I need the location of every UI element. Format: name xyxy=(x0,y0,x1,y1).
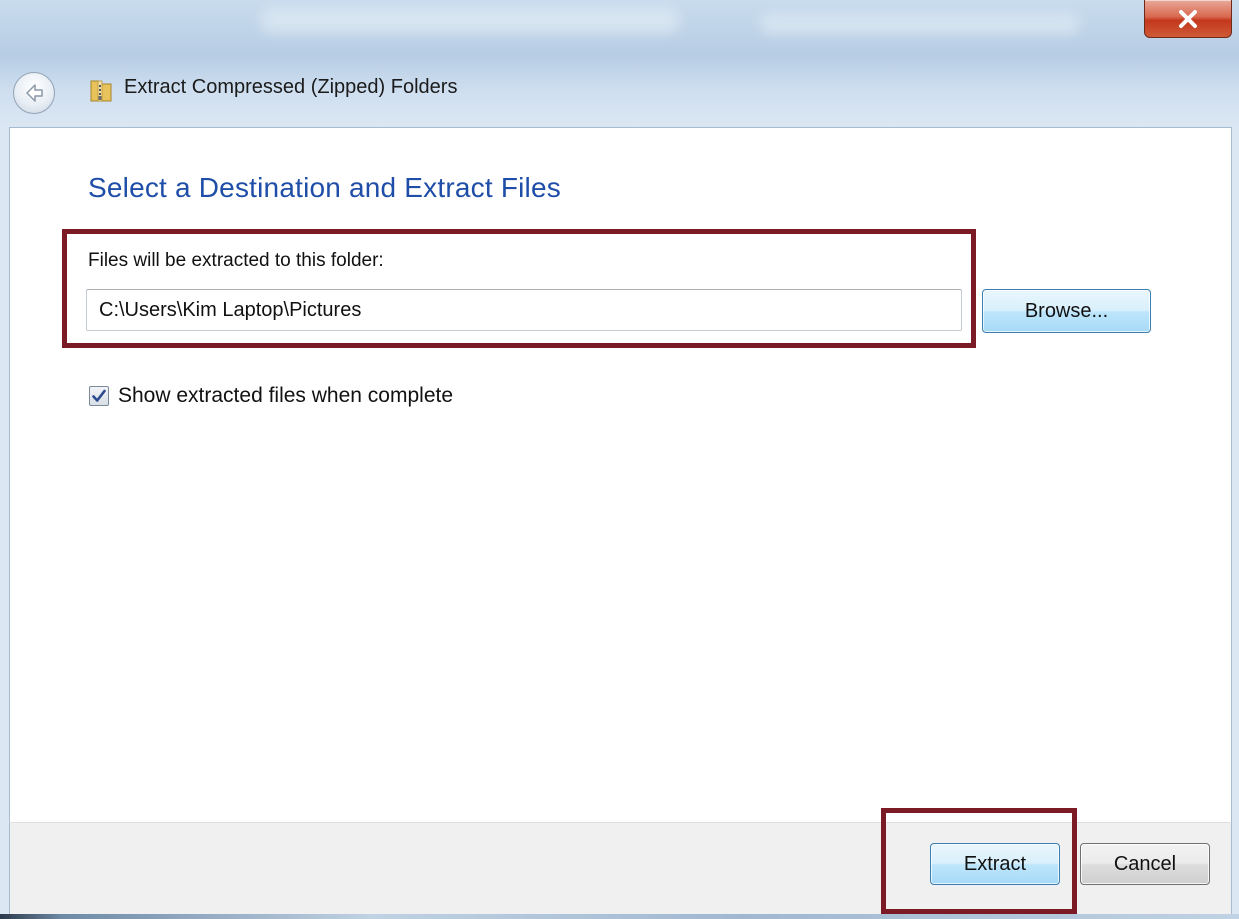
close-icon xyxy=(1179,9,1197,28)
cancel-button[interactable]: Cancel xyxy=(1080,843,1210,885)
back-button[interactable] xyxy=(13,72,55,114)
show-files-label[interactable]: Show extracted files when complete xyxy=(118,384,453,408)
dialog-window: Extract Compressed (Zipped) Folders Sele… xyxy=(0,0,1239,919)
main-instruction-heading: Select a Destination and Extract Files xyxy=(88,172,561,203)
window-bottom-frame xyxy=(0,914,1239,919)
destination-highlight-box xyxy=(62,229,976,348)
frame-glass-streak xyxy=(260,8,680,34)
zipped-folder-icon xyxy=(90,80,112,102)
window-title: Extract Compressed (Zipped) Folders xyxy=(124,76,458,98)
checkmark-icon xyxy=(92,389,106,402)
browse-button[interactable]: Browse... xyxy=(982,289,1151,333)
show-files-checkbox[interactable] xyxy=(89,386,109,406)
close-button[interactable] xyxy=(1144,0,1232,38)
back-arrow-icon xyxy=(26,84,43,102)
extract-highlight-box xyxy=(881,808,1077,914)
frame-glass-streak xyxy=(760,14,1080,34)
